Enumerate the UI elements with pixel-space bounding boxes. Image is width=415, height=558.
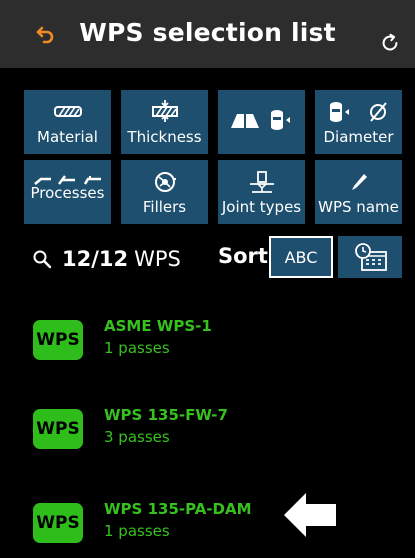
search-icon[interactable]: [32, 249, 52, 269]
sort-label: Sort: [218, 244, 268, 268]
wps-count-summary: 12/12 WPS: [32, 244, 181, 274]
wps-name: ASME WPS-1: [104, 317, 212, 335]
filter-fillers-button[interactable]: Fillers: [121, 160, 208, 224]
wps-count: 12/12: [62, 247, 129, 271]
filter-thickness-button[interactable]: Thickness: [121, 90, 208, 154]
filter-label: WPS name: [318, 198, 399, 216]
filter-label: Joint types: [221, 198, 302, 216]
joint-types-icon: [249, 171, 274, 193]
calendar-clock-icon: [355, 243, 387, 271]
sort-alphabetical-button[interactable]: ABC: [269, 236, 333, 278]
diameter-icon: [329, 102, 387, 122]
wps-name: WPS 135-PA-DAM: [104, 500, 252, 518]
wps-badge-icon: WPS: [33, 320, 83, 360]
filter-label: Diameter: [323, 128, 394, 146]
filter-joint-types-button[interactable]: Joint types: [218, 160, 305, 224]
wps-list-item[interactable]: WPS ASME WPS-1 1 passes: [33, 316, 393, 376]
wps-badge-icon: WPS: [33, 503, 83, 543]
filter-diameter-button[interactable]: Diameter: [315, 90, 402, 154]
header-bar: WPS selection list: [0, 0, 415, 68]
joint-shape-icon: [230, 110, 290, 130]
material-icon: [53, 106, 82, 117]
filter-material-button[interactable]: Material: [24, 90, 111, 154]
wps-passes: 1 passes: [104, 522, 170, 540]
filler-spool-icon: [154, 172, 176, 192]
refresh-icon[interactable]: [379, 32, 401, 54]
filter-label: Material: [37, 128, 98, 146]
app-screen: WPS selection list Material Thickness Di…: [0, 0, 415, 558]
wps-list-item[interactable]: WPS WPS 135-FW-7 3 passes: [33, 405, 393, 465]
sort-alphabetical-label: ABC: [284, 247, 318, 267]
pencil-icon: [351, 174, 367, 190]
processes-icon: [33, 175, 101, 185]
filter-label: Fillers: [142, 198, 187, 216]
wps-count-unit: WPS: [134, 247, 181, 271]
page-title: WPS selection list: [79, 18, 336, 47]
thickness-icon: [151, 100, 178, 122]
wps-list-item[interactable]: WPS WPS 135-PA-DAM 1 passes: [33, 499, 393, 558]
filter-label: Thickness: [127, 128, 202, 146]
sort-by-date-button[interactable]: [338, 236, 402, 278]
wps-passes: 3 passes: [104, 428, 170, 446]
wps-name: WPS 135-FW-7: [104, 406, 228, 424]
left-arrow-icon: [284, 493, 336, 537]
filter-wps-name-button[interactable]: WPS name: [315, 160, 402, 224]
wps-passes: 1 passes: [104, 339, 170, 357]
filter-processes-button[interactable]: Processes: [24, 160, 111, 224]
filter-joint-shape-button[interactable]: [218, 90, 305, 154]
wps-badge-icon: WPS: [33, 409, 83, 449]
